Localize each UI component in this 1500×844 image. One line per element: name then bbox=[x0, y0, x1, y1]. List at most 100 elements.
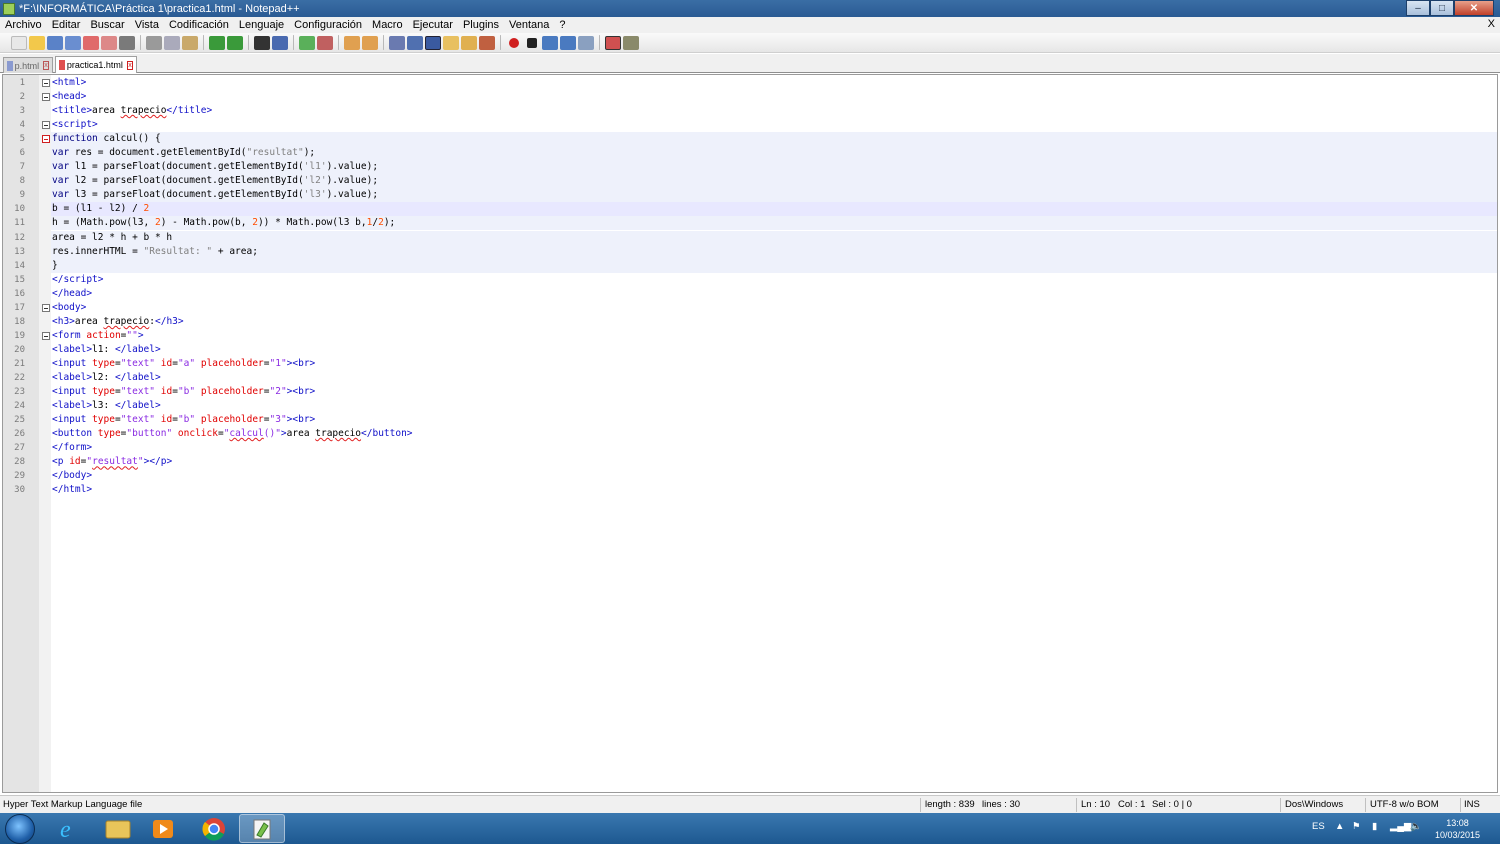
code-line[interactable]: area = l2 * h + b * h bbox=[51, 230, 1497, 245]
taskbar-chrome[interactable] bbox=[191, 814, 237, 843]
find-icon[interactable] bbox=[254, 35, 270, 50]
tab-close-icon[interactable]: x bbox=[126, 60, 133, 70]
stop-macro-icon[interactable] bbox=[527, 37, 537, 48]
close-button[interactable]: ✕ bbox=[1454, 0, 1494, 16]
code-line[interactable]: </script> bbox=[51, 273, 1497, 287]
cut-icon[interactable] bbox=[146, 35, 162, 50]
code-line[interactable]: <label>l3: </label> bbox=[51, 399, 1497, 413]
code-editor[interactable]: 1 <html> 2 <head> 3 <title>area trapecio</t… bbox=[2, 74, 1498, 793]
code-line-current[interactable]: b = (l1 - l2) / 2 bbox=[51, 202, 1497, 217]
code-line[interactable]: <h3>area trapecio:</h3> bbox=[51, 315, 1497, 329]
code-line[interactable]: var res = document.getElementById("resul… bbox=[51, 146, 1497, 161]
fold-toggle[interactable] bbox=[42, 331, 50, 340]
code-line[interactable]: <label>l2: </label> bbox=[51, 371, 1497, 385]
fold-toggle[interactable] bbox=[42, 93, 50, 102]
play-macro-icon[interactable] bbox=[542, 35, 558, 50]
volume-icon[interactable]: 🔈 bbox=[1410, 821, 1422, 832]
tab-p-html[interactable]: p.html x bbox=[3, 57, 53, 73]
code-line[interactable]: <title>area trapecio</title> bbox=[51, 104, 1497, 118]
network-signal-icon[interactable]: ▂▄▆ bbox=[1390, 821, 1411, 832]
code-line[interactable]: </form> bbox=[51, 441, 1497, 455]
menu-archivo[interactable]: Archivo bbox=[0, 19, 47, 31]
code-line[interactable]: h = (Math.pow(l3, 2) - Math.pow(b, 2)) *… bbox=[51, 216, 1497, 231]
open-file-icon[interactable] bbox=[29, 35, 45, 50]
tray-language[interactable]: ES bbox=[1312, 821, 1325, 832]
code-line[interactable]: <head> bbox=[51, 90, 1497, 104]
code-line[interactable]: </head> bbox=[51, 287, 1497, 301]
indent-guide-icon[interactable] bbox=[425, 35, 441, 50]
minimize-button[interactable]: – bbox=[1406, 0, 1430, 16]
function-list-icon[interactable] bbox=[479, 35, 495, 50]
menu-macro[interactable]: Macro bbox=[367, 19, 408, 31]
word-wrap-icon[interactable] bbox=[389, 35, 405, 50]
fold-toggle[interactable] bbox=[42, 79, 50, 87]
zoom-out-icon[interactable] bbox=[317, 35, 333, 50]
taskbar-ie[interactable]: e bbox=[46, 814, 92, 843]
menu-buscar[interactable]: Buscar bbox=[85, 19, 129, 31]
new-file-icon[interactable] bbox=[11, 35, 27, 50]
show-hidden-icons-icon[interactable]: ▲ bbox=[1335, 821, 1344, 832]
fold-toggle[interactable] bbox=[42, 135, 50, 144]
zoom-in-icon[interactable] bbox=[299, 35, 315, 50]
code-line[interactable]: function calcul() { bbox=[51, 132, 1497, 147]
maximize-button[interactable]: □ bbox=[1430, 0, 1454, 16]
code-line[interactable]: <input type="text" id="a" placeholder="1… bbox=[51, 357, 1497, 371]
menu-ventana[interactable]: Ventana bbox=[504, 19, 554, 31]
code-line[interactable]: <p id="resultat"></p> bbox=[51, 455, 1497, 469]
code-line[interactable]: <button type="button" onclick="calcul()"… bbox=[51, 427, 1497, 441]
print-icon[interactable] bbox=[119, 35, 135, 50]
code-line[interactable]: </body> bbox=[51, 469, 1497, 483]
save-macro-icon[interactable] bbox=[578, 35, 594, 50]
battery-icon[interactable]: ▮ bbox=[1372, 821, 1377, 832]
doc-map-icon[interactable] bbox=[461, 35, 477, 50]
taskbar-explorer[interactable] bbox=[95, 814, 141, 843]
redo-icon[interactable] bbox=[227, 35, 243, 50]
spell-check-icon[interactable] bbox=[605, 35, 621, 50]
code-line[interactable]: <input type="text" id="b" placeholder="3… bbox=[51, 413, 1497, 427]
start-button[interactable] bbox=[5, 814, 35, 844]
code-line[interactable]: <body> bbox=[51, 301, 1497, 315]
code-line[interactable]: var l1 = parseFloat(document.getElementB… bbox=[51, 160, 1497, 175]
close-all-icon[interactable] bbox=[101, 35, 117, 50]
code-line[interactable]: var l2 = parseFloat(document.getElementB… bbox=[51, 174, 1497, 189]
code-line[interactable]: var l3 = parseFloat(document.getElementB… bbox=[51, 188, 1497, 203]
fold-toggle[interactable] bbox=[42, 303, 50, 312]
action-center-flag-icon[interactable]: ⚑ bbox=[1352, 821, 1361, 832]
sync-horizontal-icon[interactable] bbox=[362, 35, 378, 50]
menu-ejecutar[interactable]: Ejecutar bbox=[408, 19, 458, 31]
fold-toggle[interactable] bbox=[42, 121, 50, 130]
menu-codificacion[interactable]: Codificación bbox=[164, 19, 234, 31]
taskbar-media-player[interactable] bbox=[141, 814, 187, 843]
menu-vista[interactable]: Vista bbox=[130, 19, 164, 31]
replace-icon[interactable] bbox=[272, 35, 288, 50]
code-line[interactable]: </html> bbox=[51, 483, 1497, 497]
menu-plugins[interactable]: Plugins bbox=[458, 19, 504, 31]
run-macro-multiple-icon[interactable] bbox=[560, 35, 576, 50]
taskbar-clock[interactable]: 13:08 10/03/2015 bbox=[1435, 817, 1480, 841]
copy-icon[interactable] bbox=[164, 35, 180, 50]
sync-vertical-icon[interactable] bbox=[344, 35, 360, 50]
record-macro-icon[interactable] bbox=[509, 37, 519, 48]
tab-close-icon[interactable]: x bbox=[43, 61, 49, 70]
save-icon[interactable] bbox=[47, 35, 63, 50]
plugin-icon[interactable] bbox=[623, 35, 639, 50]
tab-practica1-html[interactable]: practica1.html x bbox=[55, 56, 137, 73]
menu-configuracion[interactable]: Configuración bbox=[289, 19, 367, 31]
save-all-icon[interactable] bbox=[65, 35, 81, 50]
paste-icon[interactable] bbox=[182, 35, 198, 50]
menu-editar[interactable]: Editar bbox=[47, 19, 86, 31]
code-line[interactable]: } bbox=[51, 258, 1497, 273]
code-line[interactable]: <html> bbox=[51, 76, 1497, 90]
menu-lenguaje[interactable]: Lenguaje bbox=[234, 19, 289, 31]
close-document-button[interactable]: X bbox=[1488, 18, 1495, 30]
menu-help[interactable]: ? bbox=[554, 19, 570, 31]
code-line[interactable]: <input type="text" id="b" placeholder="2… bbox=[51, 385, 1497, 399]
code-line[interactable]: <label>l1: </label> bbox=[51, 343, 1497, 357]
taskbar-notepadpp[interactable] bbox=[239, 814, 285, 843]
code-line[interactable]: <script> bbox=[51, 118, 1497, 132]
lang-icon[interactable] bbox=[443, 35, 459, 50]
undo-icon[interactable] bbox=[209, 35, 225, 50]
code-line[interactable]: <form action=""> bbox=[51, 329, 1497, 343]
code-line[interactable]: res.innerHTML = "Resultat: " + area; bbox=[51, 244, 1497, 259]
close-file-icon[interactable] bbox=[83, 35, 99, 50]
